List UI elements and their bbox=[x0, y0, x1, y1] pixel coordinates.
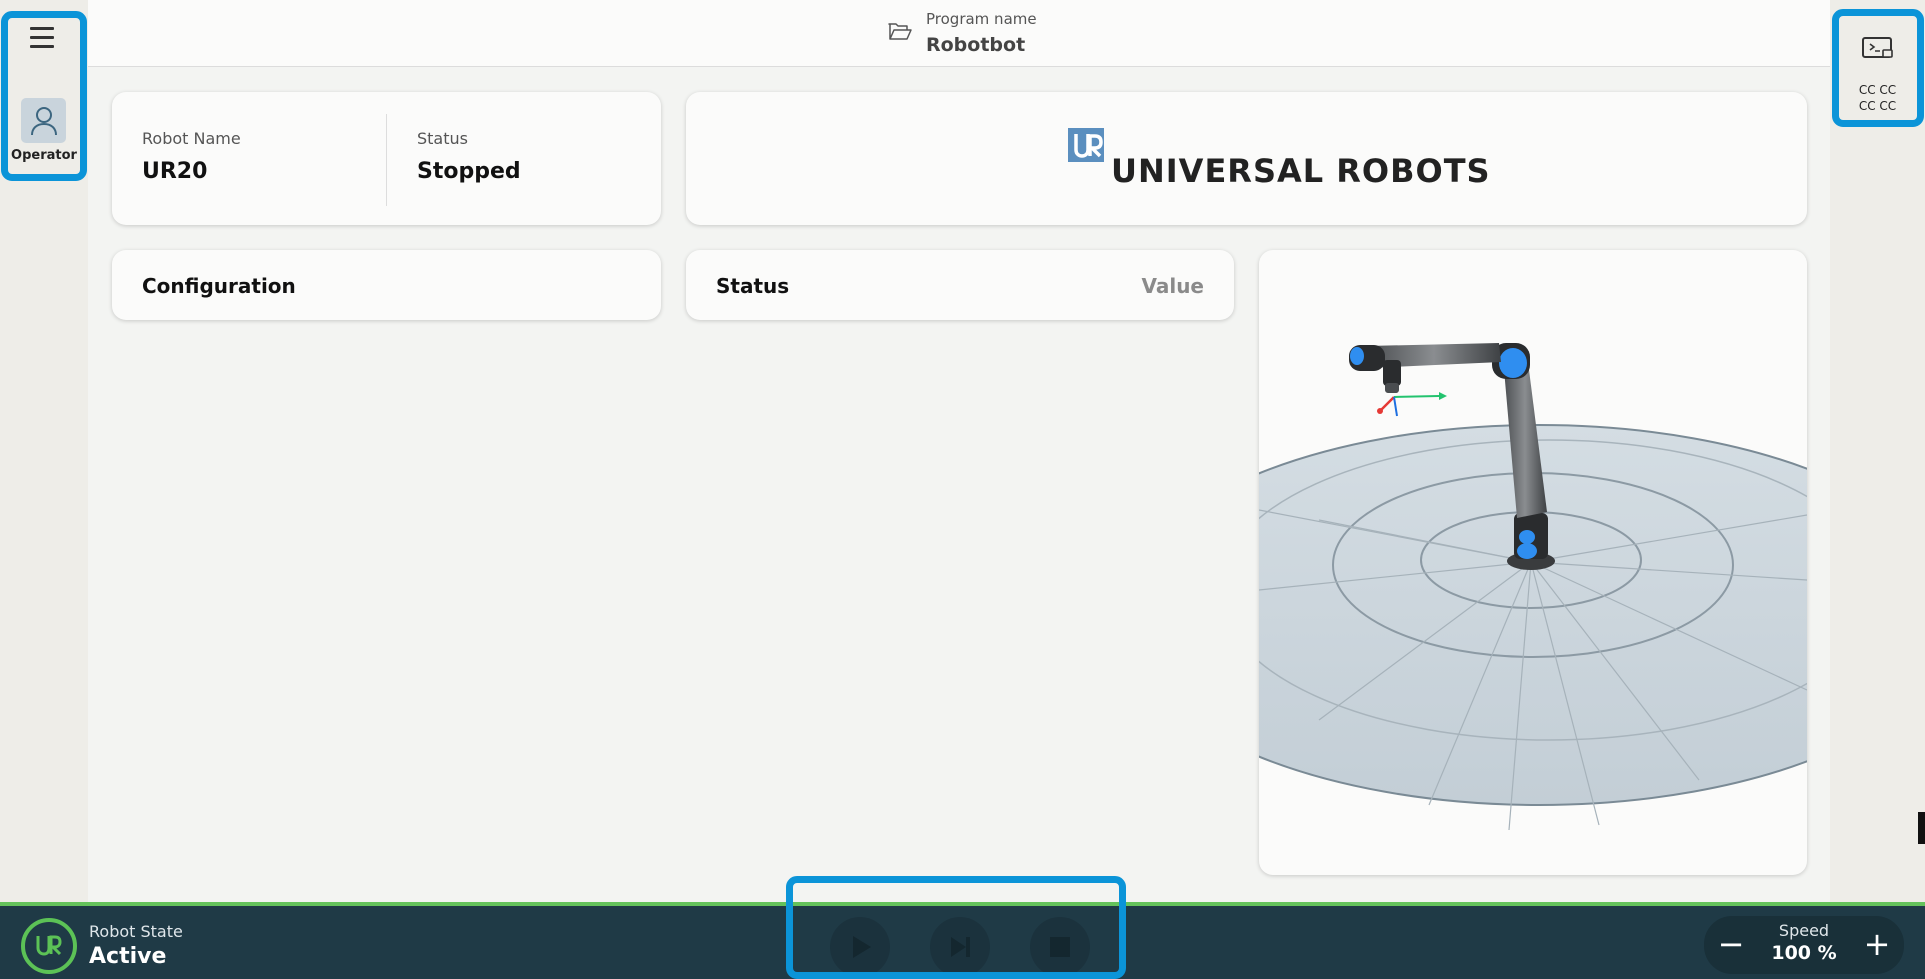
robot-name-value: UR20 bbox=[142, 159, 208, 184]
robot-state-label: Robot State bbox=[89, 922, 183, 941]
highlight-right-rail bbox=[1832, 9, 1924, 127]
universal-robots-logo-text: UNIVERSAL ROBOTS bbox=[1111, 152, 1491, 190]
right-rail: CC CC CC CC bbox=[1830, 0, 1925, 902]
value-header: Value bbox=[1141, 274, 1204, 298]
robot-3d-view[interactable] bbox=[1259, 250, 1807, 875]
robot-state-value: Active bbox=[89, 944, 167, 969]
robot-3d-scene[interactable] bbox=[1259, 250, 1807, 875]
divider bbox=[386, 114, 387, 206]
status-title: Status bbox=[716, 274, 790, 298]
program-name-value[interactable]: Robotbot bbox=[926, 34, 1025, 56]
universal-robots-logo-mark bbox=[1068, 128, 1104, 162]
program-name-label: Program name bbox=[926, 10, 1037, 28]
folder-open-icon bbox=[888, 20, 912, 42]
speed-increase-button[interactable]: + bbox=[1860, 928, 1894, 962]
header: Program name Robotbot bbox=[88, 0, 1830, 67]
highlight-program-controls bbox=[786, 876, 1126, 979]
edge-marker bbox=[1918, 812, 1925, 844]
speed-control: − Speed 100 % + bbox=[1704, 916, 1904, 974]
robot-status-label: Status bbox=[417, 129, 468, 148]
ur-logo-icon[interactable] bbox=[21, 918, 77, 974]
status-card: Status Value bbox=[686, 250, 1234, 320]
configuration-card: Configuration bbox=[112, 250, 661, 320]
robot-info-card: Robot Name UR20 Status Stopped bbox=[112, 92, 661, 225]
configuration-title: Configuration bbox=[142, 274, 296, 298]
robot-status-value: Stopped bbox=[417, 159, 521, 184]
highlight-left-rail bbox=[1, 11, 87, 181]
logo-card: UNIVERSAL ROBOTS bbox=[686, 92, 1807, 225]
robot-name-label: Robot Name bbox=[142, 129, 241, 148]
